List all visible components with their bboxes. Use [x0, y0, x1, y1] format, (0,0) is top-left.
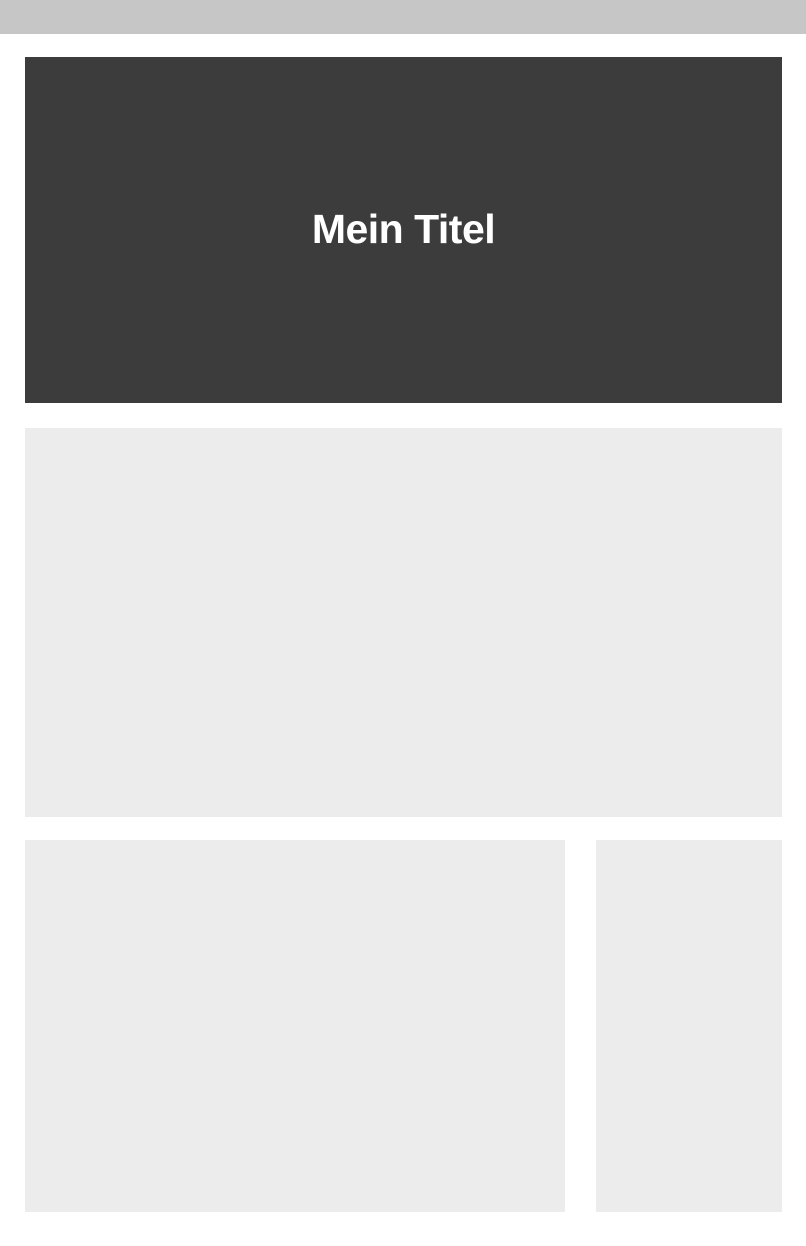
- content-panel-sidebar: [596, 840, 782, 1212]
- page-title: Mein Titel: [311, 205, 496, 252]
- content-panel-wide: [25, 428, 782, 817]
- hero-banner: Mein Titel: [25, 57, 782, 403]
- content-panel-main: [25, 840, 565, 1212]
- top-bar: [0, 0, 806, 34]
